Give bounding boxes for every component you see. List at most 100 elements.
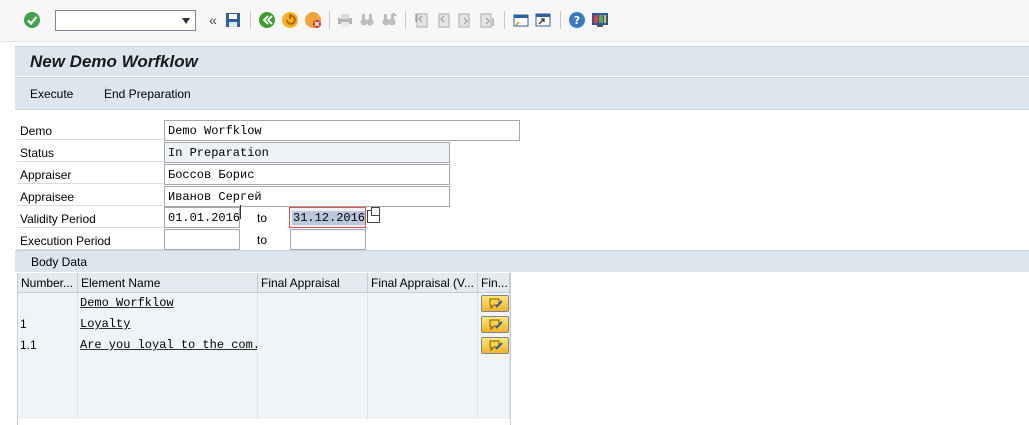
validity-to-label: to bbox=[257, 211, 268, 225]
execution-to-label: to bbox=[257, 233, 268, 247]
column-header-final-appraisal[interactable]: Final Appraisal bbox=[258, 273, 368, 293]
column-header-number[interactable]: Number... bbox=[18, 273, 78, 293]
toolbar-separator bbox=[250, 11, 251, 29]
shortcut-icon[interactable] bbox=[533, 10, 553, 30]
element-name-link[interactable]: Demo Worfklow bbox=[80, 296, 174, 310]
back-double-icon[interactable]: « bbox=[203, 10, 223, 30]
empty-cell bbox=[368, 377, 478, 398]
save-icon[interactable] bbox=[223, 10, 243, 30]
element-name-cell[interactable]: Are you loyal to the com... bbox=[78, 335, 258, 356]
body-data-table: Number... Element Name Final Appraisal F… bbox=[17, 273, 511, 425]
element-name-link[interactable]: Loyalty bbox=[80, 317, 130, 331]
empty-cell bbox=[18, 377, 78, 398]
end-preparation-button[interactable]: End Preparation bbox=[104, 87, 191, 101]
toolbar-separator bbox=[504, 11, 505, 29]
row-number: 1 bbox=[18, 314, 78, 335]
final-appraisal-v-cell bbox=[368, 335, 478, 356]
table-row[interactable]: Demo Worfklow bbox=[18, 293, 510, 314]
title-bar: New Demo Worfklow bbox=[15, 46, 1029, 76]
status-field: In Preparation bbox=[164, 142, 450, 163]
empty-cell bbox=[258, 398, 368, 419]
empty-table-row[interactable] bbox=[18, 377, 510, 398]
empty-cell bbox=[18, 398, 78, 419]
empty-cell bbox=[258, 377, 368, 398]
create-session-icon[interactable] bbox=[511, 10, 531, 30]
svg-text:?: ? bbox=[574, 14, 580, 27]
toolbar-separator bbox=[560, 11, 561, 29]
final-appraisal-v-cell bbox=[368, 293, 478, 314]
final-appraisal-v-cell bbox=[368, 314, 478, 335]
empty-cell bbox=[478, 398, 510, 419]
toolbar-separator bbox=[405, 11, 406, 29]
body-data-title: Body Data bbox=[31, 255, 88, 269]
text-cursor-icon bbox=[240, 205, 241, 219]
fin-cell bbox=[478, 293, 510, 314]
element-name-cell[interactable]: Loyalty bbox=[78, 314, 258, 335]
demo-field[interactable]: Demo Worfklow bbox=[164, 120, 520, 141]
appraisee-field[interactable]: Иванов Сергей bbox=[164, 186, 450, 207]
element-name-link[interactable]: Are you loyal to the com... bbox=[80, 338, 257, 352]
table-row[interactable]: 1 Loyalty bbox=[18, 314, 510, 335]
chevron-down-icon[interactable] bbox=[182, 18, 190, 24]
appraiser-label: Appraiser bbox=[17, 164, 163, 184]
system-toolbar: « ? bbox=[0, 0, 1029, 42]
edit-note-button[interactable] bbox=[481, 337, 509, 354]
body-data-tab: Body Data bbox=[15, 250, 1029, 272]
edit-note-icon bbox=[489, 298, 503, 310]
execute-button[interactable]: Execute bbox=[30, 87, 73, 101]
validity-to-value: 31.12.2016 bbox=[292, 211, 366, 225]
empty-cell bbox=[368, 398, 478, 419]
column-header-element-name[interactable]: Element Name bbox=[78, 273, 258, 293]
final-appraisal-cell bbox=[258, 335, 368, 356]
customize-layout-icon[interactable] bbox=[590, 10, 610, 30]
empty-cell bbox=[478, 356, 510, 377]
appraiser-field[interactable]: Боссов Борис bbox=[164, 164, 450, 185]
appraisee-label: Appraisee bbox=[17, 186, 163, 206]
edit-note-button[interactable] bbox=[481, 295, 509, 312]
column-header-final-appraisal-v[interactable]: Final Appraisal (V... bbox=[368, 273, 478, 293]
previous-page-icon[interactable] bbox=[433, 10, 453, 30]
edit-note-icon bbox=[489, 340, 503, 352]
empty-cell bbox=[368, 356, 478, 377]
enter-icon[interactable] bbox=[22, 10, 42, 30]
column-header-fin[interactable]: Fin... bbox=[478, 273, 510, 293]
find-icon[interactable] bbox=[357, 10, 377, 30]
edit-note-icon bbox=[489, 319, 503, 331]
empty-table-row[interactable] bbox=[18, 398, 510, 419]
help-icon[interactable]: ? bbox=[567, 10, 587, 30]
find-next-icon[interactable] bbox=[379, 10, 399, 30]
fin-cell bbox=[478, 335, 510, 356]
last-page-icon[interactable] bbox=[477, 10, 497, 30]
page-title: New Demo Worfklow bbox=[30, 52, 198, 71]
exit-icon[interactable] bbox=[280, 10, 300, 30]
command-field[interactable] bbox=[55, 10, 196, 31]
row-number: 1.1 bbox=[18, 335, 78, 356]
execution-from-field[interactable] bbox=[164, 229, 240, 250]
validity-to-field[interactable]: 31.12.2016 bbox=[289, 207, 366, 228]
final-appraisal-cell bbox=[258, 314, 368, 335]
element-name-cell[interactable]: Demo Worfklow bbox=[78, 293, 258, 314]
execution-to-field[interactable] bbox=[290, 229, 366, 250]
fin-cell bbox=[478, 314, 510, 335]
demo-label: Demo bbox=[17, 120, 163, 140]
empty-cell bbox=[78, 377, 258, 398]
empty-cell bbox=[478, 377, 510, 398]
cancel-icon[interactable] bbox=[303, 10, 323, 30]
print-icon[interactable] bbox=[335, 10, 355, 30]
validity-from-field[interactable]: 01.01.2016 bbox=[164, 207, 240, 228]
calendar-icon[interactable] bbox=[367, 207, 380, 223]
empty-cell bbox=[78, 356, 258, 377]
empty-cell bbox=[258, 356, 368, 377]
back-icon[interactable] bbox=[257, 10, 277, 30]
next-page-icon[interactable] bbox=[455, 10, 475, 30]
empty-cell bbox=[78, 398, 258, 419]
empty-cell bbox=[18, 356, 78, 377]
execution-period-label: Execution Period bbox=[17, 230, 163, 250]
table-row[interactable]: 1.1 Are you loyal to the com... bbox=[18, 335, 510, 356]
validity-period-label: Validity Period bbox=[17, 208, 163, 228]
edit-note-button[interactable] bbox=[481, 316, 509, 333]
row-number bbox=[18, 293, 78, 314]
first-page-icon[interactable] bbox=[411, 10, 431, 30]
empty-table-row[interactable] bbox=[18, 356, 510, 377]
application-toolbar: Execute End Preparation bbox=[15, 77, 1029, 110]
